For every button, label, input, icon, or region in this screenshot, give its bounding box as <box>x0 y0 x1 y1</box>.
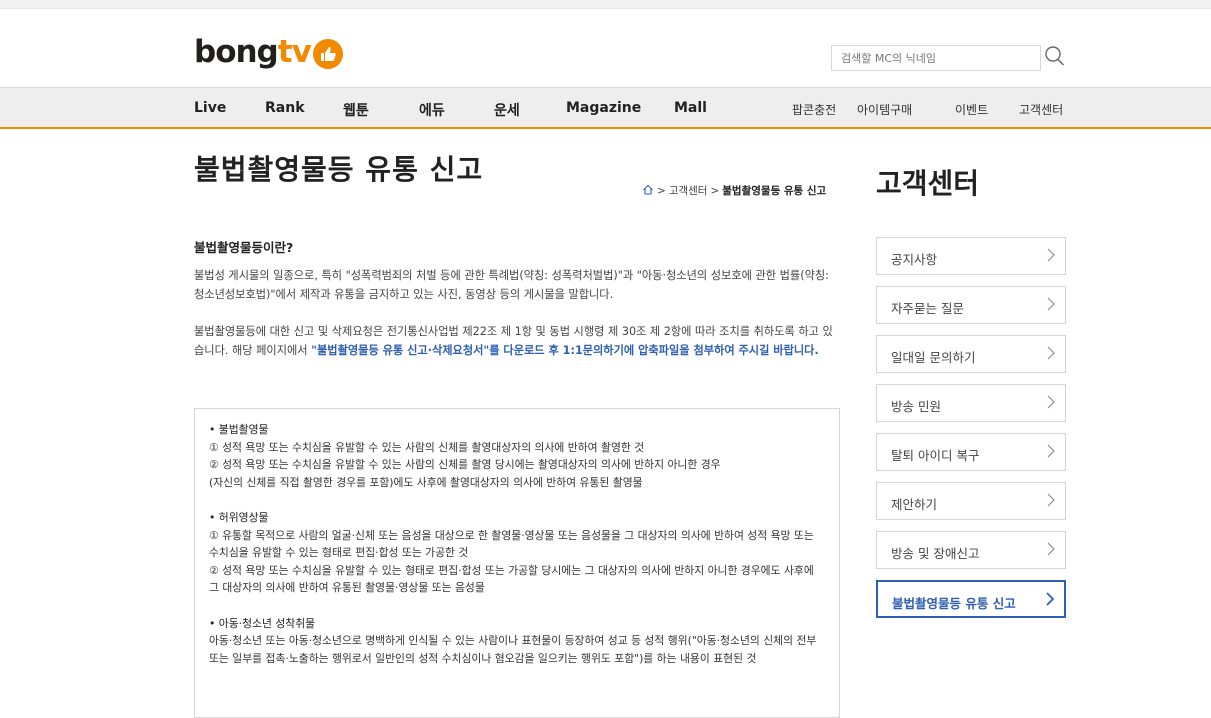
sidebar-item-account-recovery[interactable]: 탈퇴 아이디 복구 <box>876 433 1066 471</box>
nav-rank[interactable]: Rank <box>265 100 305 116</box>
search-icon[interactable] <box>1043 43 1067 69</box>
definition-illegal-recording: • 불법촬영물 ① 성적 욕망 또는 수치심을 유발할 수 있는 사람의 신체를… <box>209 423 721 489</box>
sidebar-menu: 공지사항 자주묻는 질문 일대일 문의하기 방송 민원 탈퇴 아이디 복구 제안… <box>876 237 1066 629</box>
definition-child-exploitation: • 아동·청소년 성착취물 아동·청소년 또는 아동·청소년으로 명백하게 인식… <box>209 616 817 665</box>
sidebar-title: 고객센터 <box>876 167 980 200</box>
page-title: 불법촬영물등 유통 신고 <box>194 153 484 186</box>
sidebar-item-faq[interactable]: 자주묻는 질문 <box>876 286 1066 324</box>
definition-fake-video: • 허위영상물 ① 유통할 목적으로 사람의 얼굴·신체 또는 음성을 대상으로… <box>209 511 814 594</box>
chevron-right-icon <box>1047 346 1055 363</box>
nav-edu[interactable]: 에듀 <box>419 100 445 120</box>
chevron-right-icon <box>1046 592 1055 609</box>
search-input[interactable] <box>831 45 1041 71</box>
nav-magazine[interactable]: Magazine <box>566 100 641 116</box>
sidebar-item-notice[interactable]: 공지사항 <box>876 237 1066 275</box>
download-link[interactable]: "불법촬영물등 유통 신고·삭제요청서"를 다운로드 후 1:1문의하기에 압축… <box>311 344 819 357</box>
nav-item-purchase[interactable]: 아이템구매 <box>857 101 912 118</box>
nav-mall[interactable]: Mall <box>674 100 707 116</box>
sidebar-item-broadcast-complaint[interactable]: 방송 민원 <box>876 384 1066 422</box>
bongtv-logo[interactable]: bongtv <box>194 32 343 72</box>
intro-paragraph: 불법성 게시물의 일종으로, 특히 "성폭력범죄의 처벌 등에 관한 특례법(약… <box>194 269 829 301</box>
breadcrumb: > 고객센터 > 불법촬영물등 유통 신고 <box>642 183 826 198</box>
nav-popcorn-charge[interactable]: 팝콘충전 <box>792 101 836 118</box>
breadcrumb-item[interactable]: 고객센터 <box>669 183 708 198</box>
chevron-right-icon <box>1047 493 1055 510</box>
breadcrumb-current: 불법촬영물등 유통 신고 <box>722 185 827 197</box>
sidebar-item-inquiry[interactable]: 일대일 문의하기 <box>876 335 1066 373</box>
header: bongtv <box>0 9 1211 87</box>
chevron-right-icon <box>1047 444 1055 461</box>
chevron-right-icon <box>1047 542 1055 559</box>
thumbs-up-icon <box>312 39 343 69</box>
home-icon[interactable] <box>642 184 654 198</box>
sidebar-item-error-report[interactable]: 방송 및 장애신고 <box>876 531 1066 569</box>
sidebar-item-suggestion[interactable]: 제안하기 <box>876 482 1066 520</box>
nav-live[interactable]: Live <box>194 100 226 116</box>
main-nav: Live Rank 웹툰 에듀 운세 Magazine Mall 팝콘충전 아이… <box>0 87 1211 129</box>
nav-event[interactable]: 이벤트 <box>955 101 988 118</box>
chevron-right-icon <box>1047 248 1055 265</box>
nav-webtoon[interactable]: 웹툰 <box>343 100 369 120</box>
section-heading: 불법촬영물등이란? <box>194 240 294 255</box>
top-strip <box>0 0 1211 9</box>
nav-customer-center[interactable]: 고객센터 <box>1019 101 1063 118</box>
nav-fortune[interactable]: 운세 <box>494 100 520 120</box>
request-paragraph: 불법촬영물등에 대한 신고 및 삭제요청은 전기통신사업법 제22조 제 1항 … <box>194 325 833 357</box>
sidebar-item-illegal-content-report[interactable]: 불법촬영물등 유통 신고 <box>876 580 1066 618</box>
chevron-right-icon <box>1047 395 1055 412</box>
definition-box: • 불법촬영물 ① 성적 욕망 또는 수치심을 유발할 수 있는 사람의 신체를… <box>194 408 840 718</box>
chevron-right-icon <box>1047 297 1055 314</box>
